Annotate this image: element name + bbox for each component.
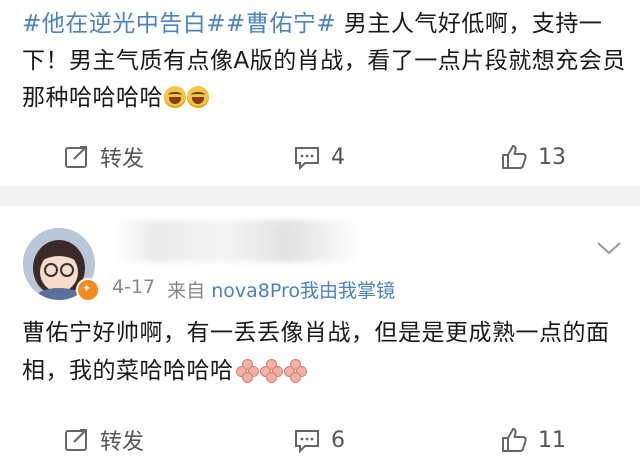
topic-tag-2[interactable]: #曹佑宁#: [226, 11, 336, 37]
comment-count: 4: [331, 144, 345, 170]
comment-action-bar: 转发 6 11: [0, 420, 640, 460]
comment-date: 4-17: [112, 276, 156, 298]
flower-emoji: [283, 359, 307, 383]
flower-emoji: [259, 359, 283, 383]
laughing-emoji: [187, 86, 209, 108]
comment-meta: 4-17 来自 nova8Pro我由我掌镜: [112, 276, 395, 303]
thumbs-up-icon: [502, 428, 527, 452]
repost-label: 转发: [100, 147, 145, 172]
thumbs-up-icon: [502, 145, 527, 169]
comment-button[interactable]: 6: [293, 426, 345, 454]
comment-text: 曹佑宁好帅啊，有一丢丢像肖战，但是是更成熟一点的面相，我的菜哈哈哈哈: [22, 314, 626, 390]
chevron-down-icon[interactable]: [596, 240, 622, 256]
emoji-group: [163, 83, 209, 120]
like-count: 11: [538, 427, 566, 453]
repost-icon: [65, 146, 87, 168]
comment-icon: [295, 430, 319, 453]
repost-icon: [65, 429, 87, 451]
comment-icon: [295, 147, 319, 170]
like-button[interactable]: 11: [500, 426, 566, 454]
post-text: #他在逆光中告白##曹佑宁# 男主人气好低啊，支持一下！男主气质有点像A版的肖战…: [22, 6, 626, 120]
section-divider: [0, 186, 640, 206]
topic-tag-1[interactable]: #他在逆光中告白#: [22, 11, 226, 37]
post-action-bar: 转发 4 13: [0, 137, 640, 177]
comment-count: 6: [331, 427, 345, 453]
repost-button[interactable]: 转发: [64, 426, 145, 455]
comment-body: 曹佑宁好帅啊，有一丢丢像肖战，但是是更成熟一点的面相，我的菜哈哈哈哈: [22, 320, 610, 384]
comment-button[interactable]: 4: [293, 143, 345, 171]
laughing-emoji: [164, 86, 186, 108]
like-count: 13: [538, 144, 566, 170]
like-button[interactable]: 13: [500, 143, 566, 171]
source-device-link[interactable]: nova8Pro我由我掌镜: [211, 280, 395, 302]
verified-badge-icon: [76, 278, 100, 302]
source-prefix: 来自: [167, 280, 206, 302]
repost-label: 转发: [100, 430, 145, 455]
repost-button[interactable]: 转发: [64, 143, 145, 172]
flower-emoji: [235, 359, 259, 383]
comment-source: 来自 nova8Pro我由我掌镜: [167, 276, 395, 303]
blurred-username: [112, 220, 362, 262]
